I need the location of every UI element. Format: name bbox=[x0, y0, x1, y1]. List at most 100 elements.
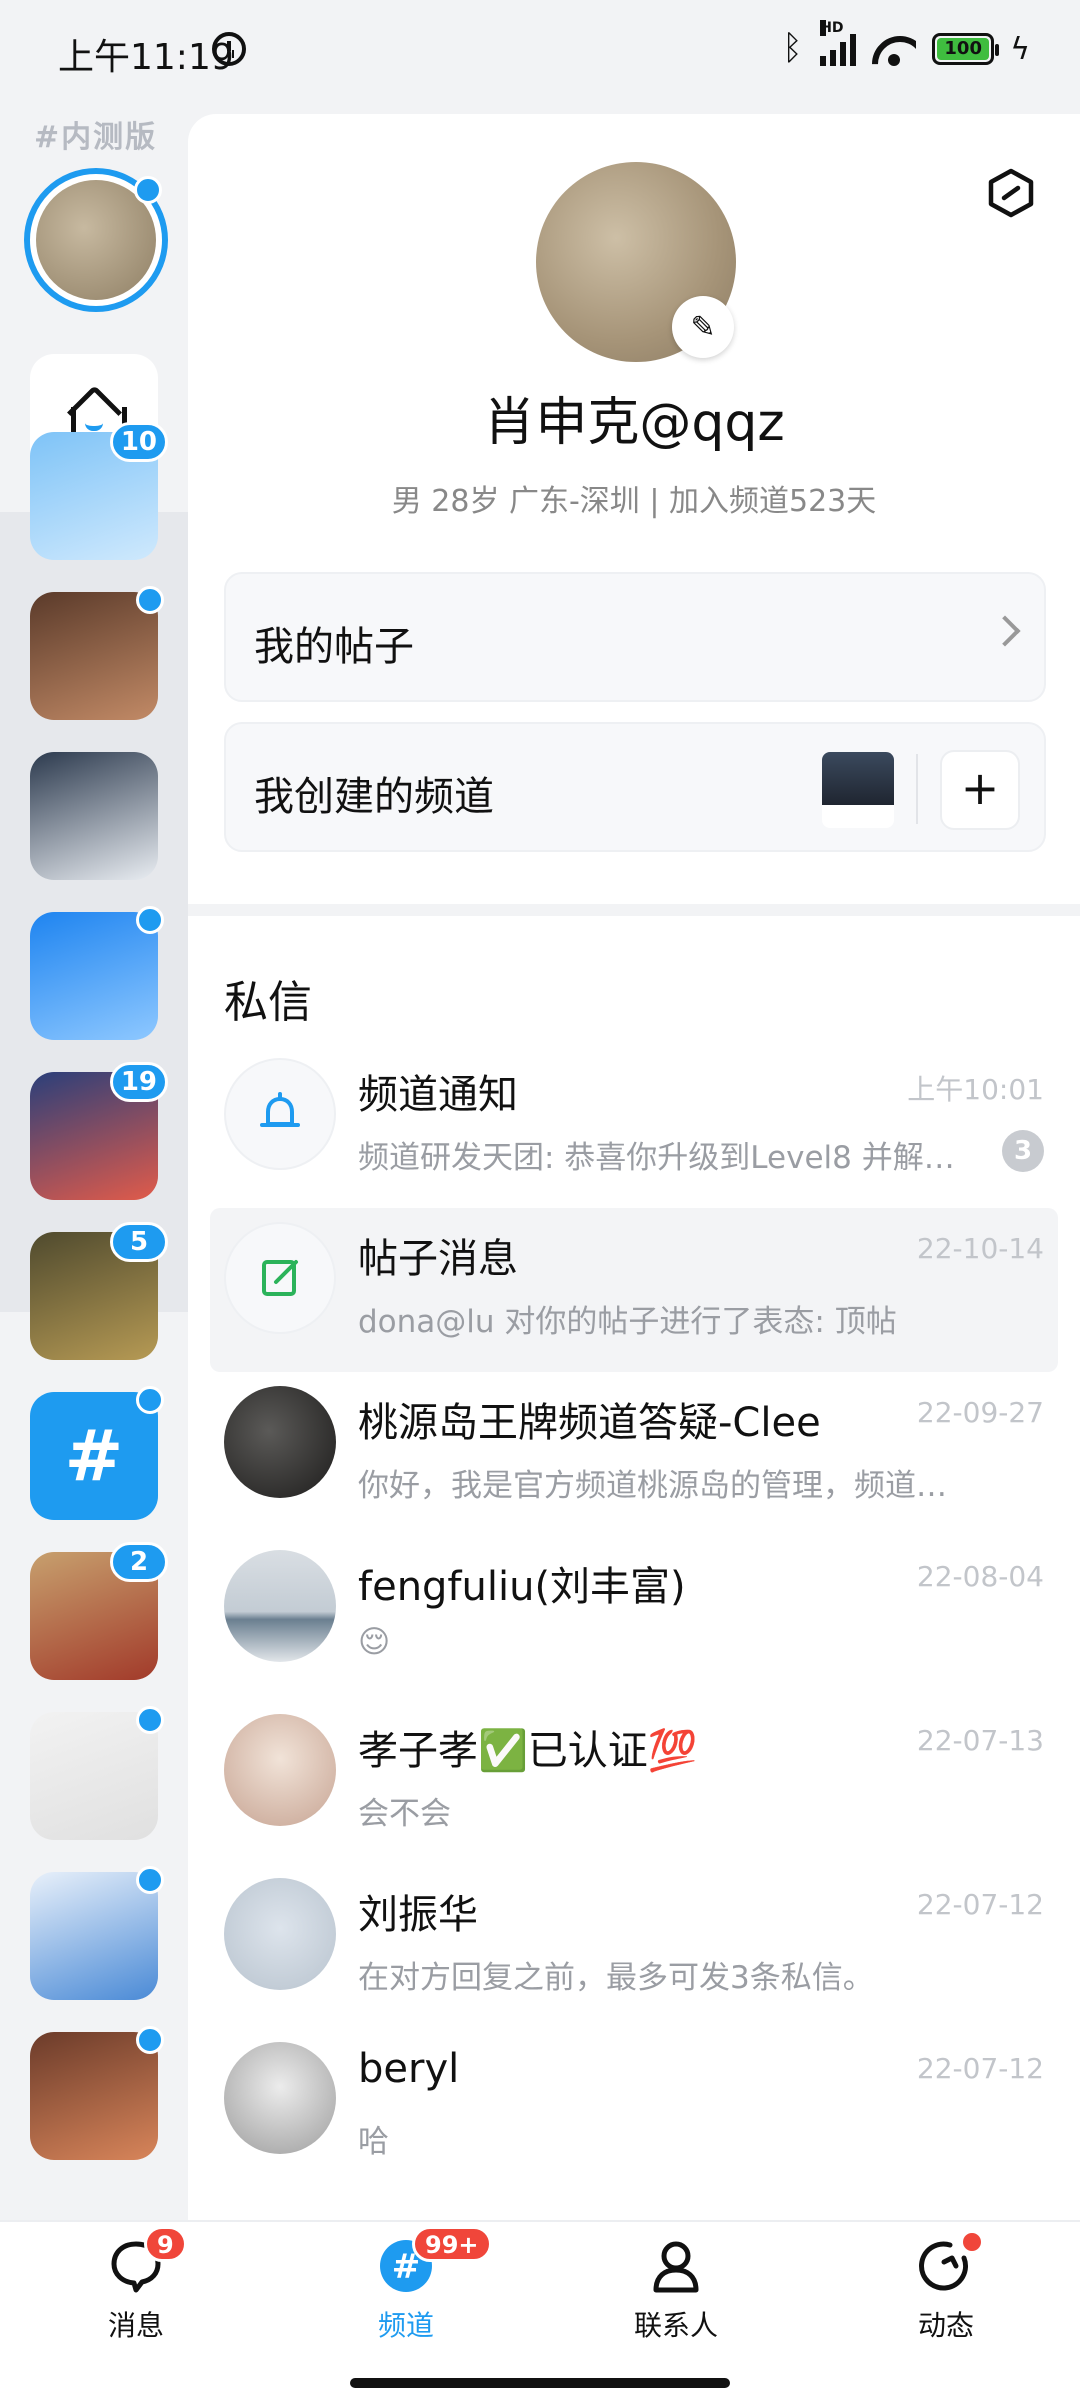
add-channel-button[interactable]: + bbox=[940, 750, 1020, 830]
unread-badge: 5 bbox=[110, 1222, 168, 1262]
feed-refresh-icon bbox=[916, 2230, 984, 2296]
avatar bbox=[224, 2042, 336, 2154]
messages-badge: 9 bbox=[144, 2226, 187, 2262]
unread-badge: 19 bbox=[109, 1062, 168, 1102]
profile-panel: ✎ 肖申克@qqz 男 28岁 广东-深圳 | 加入频道523天 我的帖子 我创… bbox=[188, 114, 1080, 2220]
nav-messages-label: 消息 bbox=[107, 2309, 164, 2342]
message-title: beryl bbox=[358, 2046, 460, 2092]
message-time: 上午10:01 bbox=[907, 1073, 1044, 1106]
nav-channels[interactable]: # 99+ 频道 bbox=[326, 2226, 492, 2344]
notification-dot bbox=[136, 586, 164, 614]
sidebar-channel-6[interactable]: 5 bbox=[30, 1222, 168, 1360]
beta-label: #内测版 bbox=[34, 120, 158, 155]
channel-sidebar: #内测版 10 19 5 #2 bbox=[0, 100, 188, 2220]
message-preview: 😌 bbox=[358, 1624, 391, 1660]
channel-hash-icon: # 99+ bbox=[376, 2226, 492, 2296]
contact-person-icon bbox=[646, 2236, 706, 2296]
message-preview: 频道研发天团: 恭喜你升级到Level8 并解锁… bbox=[358, 1140, 958, 1176]
message-preview: 在对方回复之前，最多可发3条私信。 bbox=[358, 1960, 874, 1996]
unread-count-badge: 3 bbox=[1002, 1130, 1044, 1172]
bell-icon bbox=[224, 1058, 336, 1170]
avatar bbox=[224, 1550, 336, 1662]
message-time: 22-08-04 bbox=[916, 1560, 1044, 1593]
wifi-icon bbox=[872, 32, 916, 66]
channels-badge: 99+ bbox=[412, 2226, 492, 2262]
nav-channels-label: 频道 bbox=[377, 2309, 434, 2342]
nav-contacts[interactable]: 联系人 bbox=[596, 2236, 756, 2344]
unread-badge: 2 bbox=[110, 1542, 168, 1582]
feed-notification-dot bbox=[960, 2230, 984, 2254]
my-channels-entry[interactable]: 我创建的频道 + bbox=[224, 722, 1046, 852]
channel-icon bbox=[30, 912, 158, 1040]
divider bbox=[916, 754, 918, 824]
status-time: 上午11:19 bbox=[58, 37, 234, 78]
message-title: 帖子消息 bbox=[358, 1236, 518, 1282]
message-title: 刘振华 bbox=[358, 1892, 478, 1938]
message-time: 22-10-14 bbox=[916, 1232, 1044, 1265]
notification-dot bbox=[136, 1866, 164, 1894]
sidebar-channel-1[interactable]: 10 bbox=[30, 422, 168, 560]
status-icons: HD 100 ϟ bbox=[780, 20, 1030, 68]
sidebar-channel-8[interactable]: 2 bbox=[30, 1542, 168, 1680]
nav-contacts-label: 联系人 bbox=[633, 2309, 718, 2342]
notification-dot bbox=[136, 2026, 164, 2054]
message-time: 22-07-12 bbox=[916, 2052, 1044, 2085]
message-row[interactable]: 频道通知 上午10:01 频道研发天团: 恭喜你升级到Level8 并解锁… 3 bbox=[188, 1044, 1080, 1208]
status-bar: 上午11:19 HD 100 ϟ bbox=[0, 0, 1080, 100]
message-row[interactable]: beryl 22-07-12 哈 bbox=[188, 2028, 1080, 2192]
channel-icon bbox=[30, 2032, 158, 2160]
channel-icon bbox=[30, 1872, 158, 2000]
nav-feed[interactable]: 动态 bbox=[866, 2230, 1026, 2344]
channel-icon: # bbox=[30, 1392, 158, 1520]
my-posts-entry[interactable]: 我的帖子 bbox=[224, 572, 1046, 702]
notification-dot bbox=[136, 1706, 164, 1734]
message-row[interactable]: fengfuliu(刘丰富) 22-08-04 😌 bbox=[188, 1536, 1080, 1700]
chevron-right-icon bbox=[989, 615, 1021, 647]
sidebar-channel-5[interactable]: 19 bbox=[30, 1062, 168, 1200]
sidebar-channel-2[interactable] bbox=[30, 586, 164, 720]
message-title: 桃源岛王牌频道答疑-Clee bbox=[358, 1400, 821, 1446]
sidebar-channel-11[interactable] bbox=[30, 2026, 164, 2160]
settings-hexagon-icon[interactable] bbox=[988, 168, 1034, 218]
sidebar-channel-7[interactable]: # bbox=[30, 1386, 164, 1520]
my-avatar-button[interactable] bbox=[24, 168, 168, 312]
sidebar-channel-4[interactable] bbox=[30, 906, 164, 1040]
avatar bbox=[224, 1386, 336, 1498]
bluetooth-icon bbox=[780, 28, 804, 68]
channel-icon bbox=[30, 1712, 158, 1840]
sidebar-channel-3[interactable] bbox=[30, 752, 158, 880]
sidebar-channel-10[interactable] bbox=[30, 1866, 164, 2000]
alarm-icon bbox=[212, 32, 246, 66]
message-row[interactable]: 刘振华 22-07-12 在对方回复之前，最多可发3条私信。 bbox=[188, 1864, 1080, 2028]
signal-icon: HD bbox=[820, 20, 857, 66]
message-time: 22-09-27 bbox=[916, 1396, 1044, 1429]
channel-icon bbox=[30, 592, 158, 720]
edit-pencil-icon[interactable]: ✎ bbox=[672, 296, 734, 358]
message-title: 孝子孝✅已认证💯 bbox=[358, 1728, 698, 1774]
signal-hd-label: HD bbox=[820, 20, 844, 36]
message-row[interactable]: 孝子孝✅已认证💯 22-07-13 会不会 bbox=[188, 1700, 1080, 1864]
avatar bbox=[224, 1714, 336, 1826]
nav-messages[interactable]: 9 消息 bbox=[56, 2226, 216, 2344]
chat-bubble-icon: 9 bbox=[106, 2226, 187, 2296]
profile-name: 肖申克@qqz bbox=[483, 393, 785, 453]
message-time: 22-07-13 bbox=[916, 1724, 1044, 1757]
bottom-navigation: 9 消息 # 99+ 频道 联系人 动态 bbox=[0, 2220, 1080, 2400]
edit-note-icon bbox=[224, 1222, 336, 1334]
charging-icon: ϟ bbox=[1010, 31, 1030, 67]
sidebar-channel-9[interactable] bbox=[30, 1706, 164, 1840]
section-divider bbox=[188, 904, 1080, 916]
channel-thumbnail[interactable] bbox=[822, 752, 894, 828]
message-preview: 哈 bbox=[358, 2124, 389, 2160]
message-row[interactable]: 桃源岛王牌频道答疑-Clee 22-09-27 你好，我是官方频道桃源岛的管理，频道… bbox=[188, 1372, 1080, 1536]
message-row[interactable]: 帖子消息 22-10-14 dona@lu 对你的帖子进行了表态: 顶帖 bbox=[210, 1208, 1058, 1372]
message-title: 频道通知 bbox=[358, 1072, 518, 1118]
message-preview: dona@lu 对你的帖子进行了表态: 顶帖 bbox=[358, 1304, 897, 1340]
direct-messages-title: 私信 bbox=[224, 977, 312, 1028]
message-time: 22-07-12 bbox=[916, 1888, 1044, 1921]
hash-icon: # bbox=[64, 1415, 124, 1497]
message-preview: 会不会 bbox=[358, 1796, 451, 1832]
home-indicator bbox=[350, 2378, 730, 2388]
notification-dot bbox=[136, 906, 164, 934]
battery-icon: 100 bbox=[932, 33, 1000, 65]
